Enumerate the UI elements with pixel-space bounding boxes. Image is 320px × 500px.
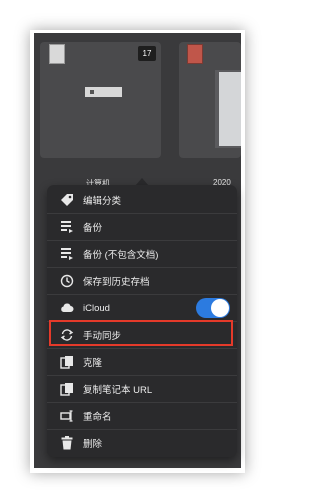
rename-icon bbox=[57, 407, 77, 425]
menu-item-label: 删除 bbox=[83, 439, 103, 450]
backup-no-docs-icon bbox=[57, 245, 77, 263]
menu-item-label: 备份 (不包含文档) bbox=[83, 250, 159, 261]
tag-icon bbox=[57, 191, 77, 209]
page-count-badge: 17 bbox=[138, 46, 156, 61]
menu-item-label: 保存到历史存档 bbox=[83, 277, 150, 288]
trash-icon bbox=[57, 434, 77, 452]
menu-item-rename[interactable]: 重命名 bbox=[47, 403, 237, 430]
clock-icon bbox=[57, 272, 77, 290]
menu-item-label: 备份 bbox=[83, 223, 103, 234]
clone-icon bbox=[57, 353, 77, 371]
notebook-cover-icon bbox=[187, 44, 203, 64]
menu-item-edit-category[interactable]: 编辑分类 bbox=[47, 187, 237, 214]
menu-item-label: 克隆 bbox=[83, 358, 103, 369]
notebook-card[interactable] bbox=[179, 42, 241, 158]
backup-icon bbox=[57, 218, 77, 236]
notebook-cover-icon bbox=[49, 44, 65, 64]
menu-item-manual-sync[interactable]: 手动同步 bbox=[47, 322, 237, 349]
menu-item-backup[interactable]: 备份 bbox=[47, 214, 237, 241]
notebook-page-preview bbox=[85, 87, 122, 97]
menu-item-label: 手动同步 bbox=[83, 331, 122, 342]
notebook-card[interactable]: 17 bbox=[40, 42, 161, 158]
sync-icon bbox=[57, 326, 77, 344]
menu-item-label: 复制笔记本 URL bbox=[83, 385, 153, 396]
notebook-page-preview bbox=[215, 70, 241, 148]
menu-item-label: 编辑分类 bbox=[83, 196, 122, 207]
toggle-knob bbox=[211, 299, 229, 317]
menu-item-delete[interactable]: 删除 bbox=[47, 430, 237, 456]
cloud-icon bbox=[57, 299, 77, 317]
menu-item-save-to-archive[interactable]: 保存到历史存档 bbox=[47, 268, 237, 295]
menu-item-label: iCloud bbox=[83, 302, 110, 314]
notebook-context-menu: 编辑分类 备份 备份 (不包含文档) 保存到历史存档 iCloud 手动同步 克… bbox=[47, 185, 237, 457]
menu-item-icloud: iCloud bbox=[47, 295, 237, 322]
icloud-toggle[interactable] bbox=[196, 298, 230, 318]
copy-icon bbox=[57, 380, 77, 398]
menu-item-clone[interactable]: 克隆 bbox=[47, 349, 237, 376]
menu-item-backup-no-docs[interactable]: 备份 (不包含文档) bbox=[47, 241, 237, 268]
menu-item-copy-notebook-url[interactable]: 复制笔记本 URL bbox=[47, 376, 237, 403]
menu-item-label: 重命名 bbox=[83, 412, 112, 423]
